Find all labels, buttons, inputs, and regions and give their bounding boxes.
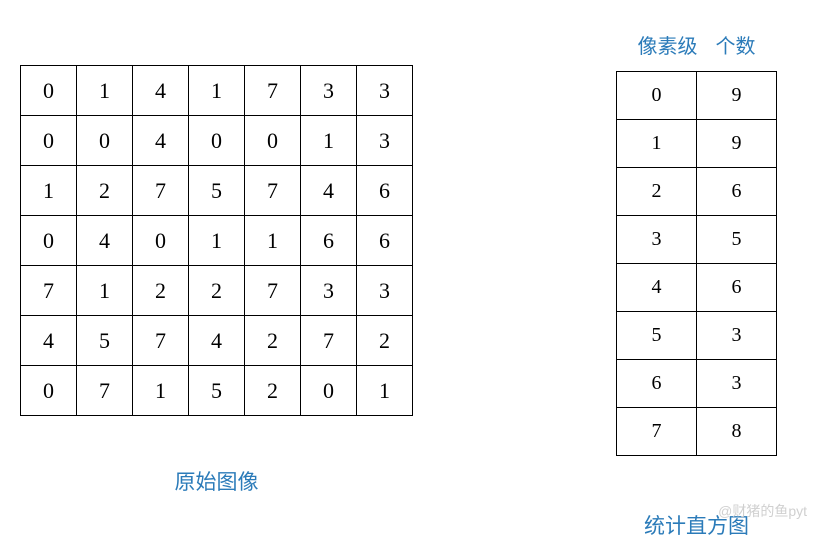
- pixel-cell: 1: [21, 166, 77, 216]
- hist-level-cell: 6: [617, 360, 697, 408]
- hist-count-cell: 9: [697, 72, 777, 120]
- pixel-cell: 1: [77, 266, 133, 316]
- hist-count-cell: 3: [697, 312, 777, 360]
- pixel-cell: 1: [189, 216, 245, 266]
- pixel-cell: 0: [21, 216, 77, 266]
- pixel-cell: 3: [357, 66, 413, 116]
- pixel-cell: 6: [357, 166, 413, 216]
- table-row: 26: [617, 168, 777, 216]
- hist-level-cell: 5: [617, 312, 697, 360]
- table-row: 35: [617, 216, 777, 264]
- table-row: 0715201: [21, 366, 413, 416]
- pixel-cell: 7: [245, 66, 301, 116]
- hist-level-cell: 4: [617, 264, 697, 312]
- pixel-cell: 7: [245, 166, 301, 216]
- pixel-cell: 0: [77, 116, 133, 166]
- left-caption: 原始图像: [175, 466, 259, 496]
- pixel-cell: 7: [245, 266, 301, 316]
- table-row: 4574272: [21, 316, 413, 366]
- pixel-cell: 2: [189, 266, 245, 316]
- pixel-cell: 6: [357, 216, 413, 266]
- table-row: 63: [617, 360, 777, 408]
- hist-count-cell: 8: [697, 408, 777, 456]
- pixel-cell: 2: [357, 316, 413, 366]
- pixel-cell: 1: [301, 116, 357, 166]
- header-pixel-level: 像素级: [638, 30, 698, 59]
- pixel-cell: 7: [77, 366, 133, 416]
- pixel-cell: 5: [77, 316, 133, 366]
- pixel-cell: 3: [301, 266, 357, 316]
- pixel-grid-table: 0141733004001312757460401166712273345742…: [20, 65, 413, 416]
- table-row: 53: [617, 312, 777, 360]
- pixel-cell: 1: [133, 366, 189, 416]
- original-image-section: 0141733004001312757460401166712273345742…: [20, 50, 413, 529]
- table-row: 46: [617, 264, 777, 312]
- table-row: 7122733: [21, 266, 413, 316]
- pixel-cell: 4: [189, 316, 245, 366]
- histogram-headers: 像素级 个数: [638, 30, 756, 59]
- table-row: 09: [617, 72, 777, 120]
- pixel-cell: 7: [133, 166, 189, 216]
- histogram-table: 0919263546536378: [616, 71, 777, 456]
- pixel-cell: 0: [245, 116, 301, 166]
- hist-level-cell: 3: [617, 216, 697, 264]
- watermark-text: @财猪的鱼pyt: [718, 501, 807, 521]
- pixel-cell: 4: [133, 66, 189, 116]
- pixel-cell: 1: [357, 366, 413, 416]
- pixel-cell: 0: [21, 66, 77, 116]
- pixel-cell: 3: [357, 266, 413, 316]
- pixel-cell: 2: [133, 266, 189, 316]
- table-row: 1275746: [21, 166, 413, 216]
- hist-count-cell: 9: [697, 120, 777, 168]
- pixel-cell: 0: [21, 366, 77, 416]
- pixel-cell: 1: [245, 216, 301, 266]
- hist-count-cell: 6: [697, 264, 777, 312]
- header-count: 个数: [716, 30, 756, 59]
- pixel-cell: 0: [21, 116, 77, 166]
- pixel-cell: 0: [301, 366, 357, 416]
- histogram-section: 像素级 个数 0919263546536378 统计直方图: [616, 50, 817, 529]
- hist-count-cell: 5: [697, 216, 777, 264]
- pixel-cell: 2: [245, 366, 301, 416]
- pixel-cell: 4: [77, 216, 133, 266]
- table-row: 78: [617, 408, 777, 456]
- pixel-cell: 7: [133, 316, 189, 366]
- hist-count-cell: 6: [697, 168, 777, 216]
- pixel-cell: 5: [189, 366, 245, 416]
- table-row: 0401166: [21, 216, 413, 266]
- table-row: 19: [617, 120, 777, 168]
- pixel-cell: 7: [301, 316, 357, 366]
- pixel-cell: 1: [77, 66, 133, 116]
- hist-level-cell: 7: [617, 408, 697, 456]
- pixel-cell: 6: [301, 216, 357, 266]
- pixel-cell: 4: [301, 166, 357, 216]
- pixel-cell: 5: [189, 166, 245, 216]
- hist-count-cell: 3: [697, 360, 777, 408]
- pixel-cell: 4: [133, 116, 189, 166]
- pixel-cell: 1: [189, 66, 245, 116]
- pixel-cell: 2: [245, 316, 301, 366]
- pixel-cell: 7: [21, 266, 77, 316]
- hist-level-cell: 0: [617, 72, 697, 120]
- pixel-cell: 0: [189, 116, 245, 166]
- hist-level-cell: 1: [617, 120, 697, 168]
- pixel-cell: 0: [133, 216, 189, 266]
- pixel-cell: 3: [357, 116, 413, 166]
- pixel-cell: 4: [21, 316, 77, 366]
- pixel-cell: 3: [301, 66, 357, 116]
- pixel-cell: 2: [77, 166, 133, 216]
- table-row: 0141733: [21, 66, 413, 116]
- table-row: 0040013: [21, 116, 413, 166]
- hist-level-cell: 2: [617, 168, 697, 216]
